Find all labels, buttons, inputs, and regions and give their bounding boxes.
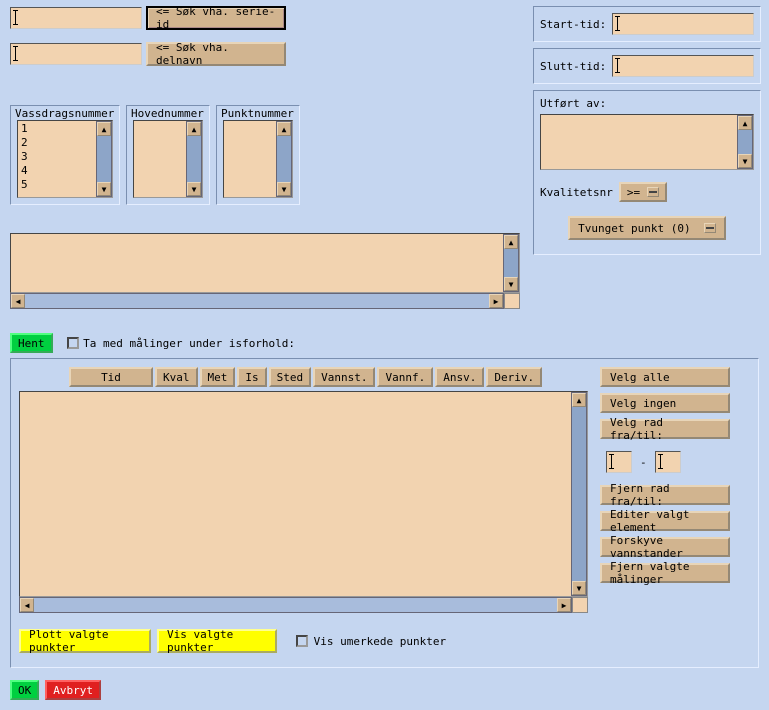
scroll-up-icon[interactable]: ▲ [738,116,752,130]
punkt-listbox[interactable]: ▲ ▼ [223,120,293,198]
list-item[interactable]: 2 [21,136,93,150]
avbryt-button[interactable]: Avbryt [45,680,101,700]
chevron-down-icon [704,223,716,233]
vis-button[interactable]: Vis valgte punkter [157,629,277,653]
col-ansv-button[interactable]: Ansv. [435,367,484,387]
start-tid-input[interactable] [612,13,754,35]
search-delnavn-button[interactable]: <= Søk vha. delnavn [146,42,286,66]
scroll-up-icon[interactable]: ▲ [572,393,586,407]
scroll-up-icon[interactable]: ▲ [187,122,201,136]
list-item[interactable]: 1 [21,122,93,136]
hent-button[interactable]: Hent [10,333,53,353]
scrollbar[interactable]: ▲ ▼ [186,121,202,197]
isforhold-label: Ta med målinger under isforhold: [83,337,295,350]
forskyve-button[interactable]: Forskyve vannstander [600,537,730,557]
utfort-av-listbox[interactable]: ▲ ▼ [540,114,754,170]
vis-umerkede-checkbox[interactable] [296,635,308,647]
scroll-down-icon[interactable]: ▼ [738,154,752,168]
kvalitetsnr-op-dropdown[interactable]: >= [619,182,667,202]
hoved-label: Hovednummer [131,107,204,120]
dash-label: - [640,456,647,469]
scroll-down-icon[interactable]: ▼ [504,277,518,291]
scrollbar[interactable]: ▲ ▼ [571,392,587,596]
scrollbar[interactable]: ▲ ▼ [96,121,112,197]
scroll-down-icon[interactable]: ▼ [187,182,201,196]
delnavn-input[interactable] [10,43,142,65]
kvalitetsnr-label: Kvalitetsnr [540,186,613,199]
scrollbar[interactable]: ▲ ▼ [737,115,753,169]
slutt-tid-label: Slutt-tid: [540,60,608,73]
scroll-left-icon[interactable]: ◀ [20,598,34,612]
col-is-button[interactable]: Is [237,367,266,387]
list-item[interactable]: 4 [21,164,93,178]
vassdrag-label: Vassdragsnummer [15,107,114,120]
scrollbar[interactable]: ▲ ▼ [503,234,519,292]
scroll-up-icon[interactable]: ▲ [277,122,291,136]
col-tid-button[interactable]: Tid [69,367,153,387]
resize-grip [572,597,588,613]
velg-alle-button[interactable]: Velg alle [600,367,730,387]
scroll-up-icon[interactable]: ▲ [504,235,518,249]
scroll-left-icon[interactable]: ◀ [11,294,25,308]
description-textarea[interactable]: ▲ ▼ [10,233,520,293]
scroll-up-icon[interactable]: ▲ [97,122,111,136]
scroll-down-icon[interactable]: ▼ [572,581,586,595]
data-table[interactable]: ▲ ▼ [19,391,588,597]
scrollbar-horizontal[interactable]: ◀ ▶ [10,293,504,309]
col-kval-button[interactable]: Kval [155,367,198,387]
rad-fra-input[interactable] [606,451,632,473]
scroll-right-icon[interactable]: ▶ [557,598,571,612]
resize-grip [504,293,520,309]
scroll-right-icon[interactable]: ▶ [489,294,503,308]
scroll-down-icon[interactable]: ▼ [97,182,111,196]
slutt-tid-input[interactable] [612,55,754,77]
editer-button[interactable]: Editer valgt element [600,511,730,531]
velg-ingen-button[interactable]: Velg ingen [600,393,730,413]
fjern-valgte-button[interactable]: Fjern valgte målinger [600,563,730,583]
start-tid-label: Start-tid: [540,18,608,31]
vis-umerkede-label: Vis umerkede punkter [314,635,446,648]
tvunget-punkt-dropdown[interactable]: Tvunget punkt (0) [568,216,726,240]
velg-rad-button[interactable]: Velg rad fra/til: [600,419,730,439]
serie-id-input[interactable] [10,7,142,29]
plott-button[interactable]: Plott valgte punkter [19,629,151,653]
punkt-label: Punktnummer [221,107,294,120]
utfort-av-label: Utført av: [540,97,754,110]
list-item[interactable]: 3 [21,150,93,164]
scrollbar[interactable]: ▲ ▼ [276,121,292,197]
col-sted-button[interactable]: Sted [269,367,312,387]
search-serie-id-button[interactable]: <= Søk vha. serie-id [146,6,286,30]
col-vannst-button[interactable]: Vannst. [313,367,375,387]
vassdrag-listbox[interactable]: 1 2 3 4 5 ▲ ▼ [17,120,113,198]
col-deriv-button[interactable]: Deriv. [486,367,542,387]
isforhold-checkbox[interactable] [67,337,79,349]
col-met-button[interactable]: Met [200,367,236,387]
col-vannf-button[interactable]: Vannf. [377,367,433,387]
rad-til-input[interactable] [655,451,681,473]
ok-button[interactable]: OK [10,680,39,700]
list-item[interactable]: 5 [21,178,93,192]
fjern-rad-button[interactable]: Fjern rad fra/til: [600,485,730,505]
scroll-down-icon[interactable]: ▼ [277,182,291,196]
hoved-listbox[interactable]: ▲ ▼ [133,120,203,198]
scrollbar-horizontal[interactable]: ◀ ▶ [19,597,572,613]
chevron-down-icon [647,187,659,197]
